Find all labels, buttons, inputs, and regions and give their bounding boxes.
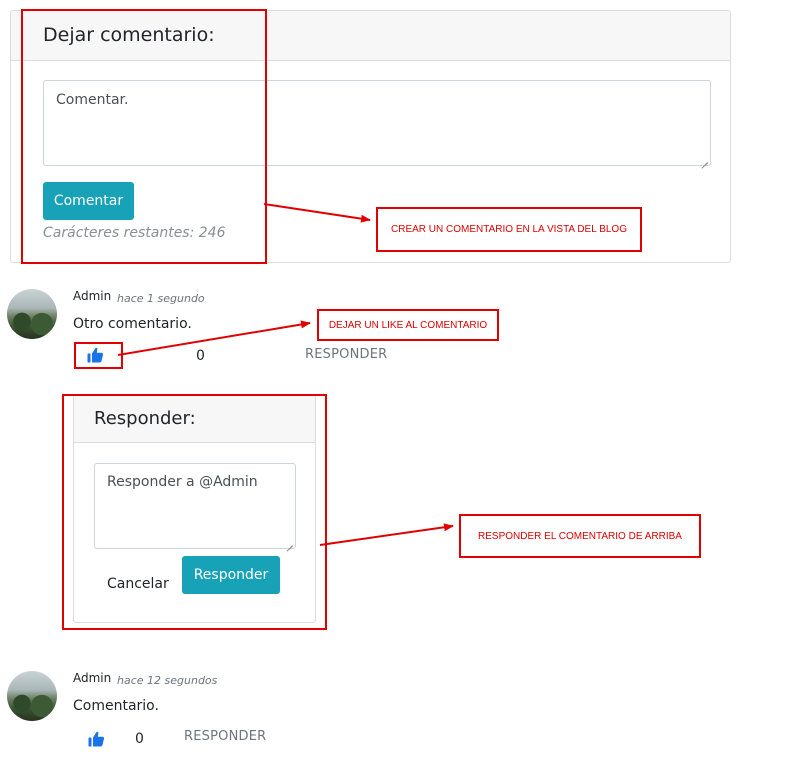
- annotation-arrow: [263, 203, 371, 223]
- annotation-arrow: [319, 523, 454, 546]
- annotation-arrow: [117, 320, 311, 356]
- annotation-arrows: [117, 203, 454, 546]
